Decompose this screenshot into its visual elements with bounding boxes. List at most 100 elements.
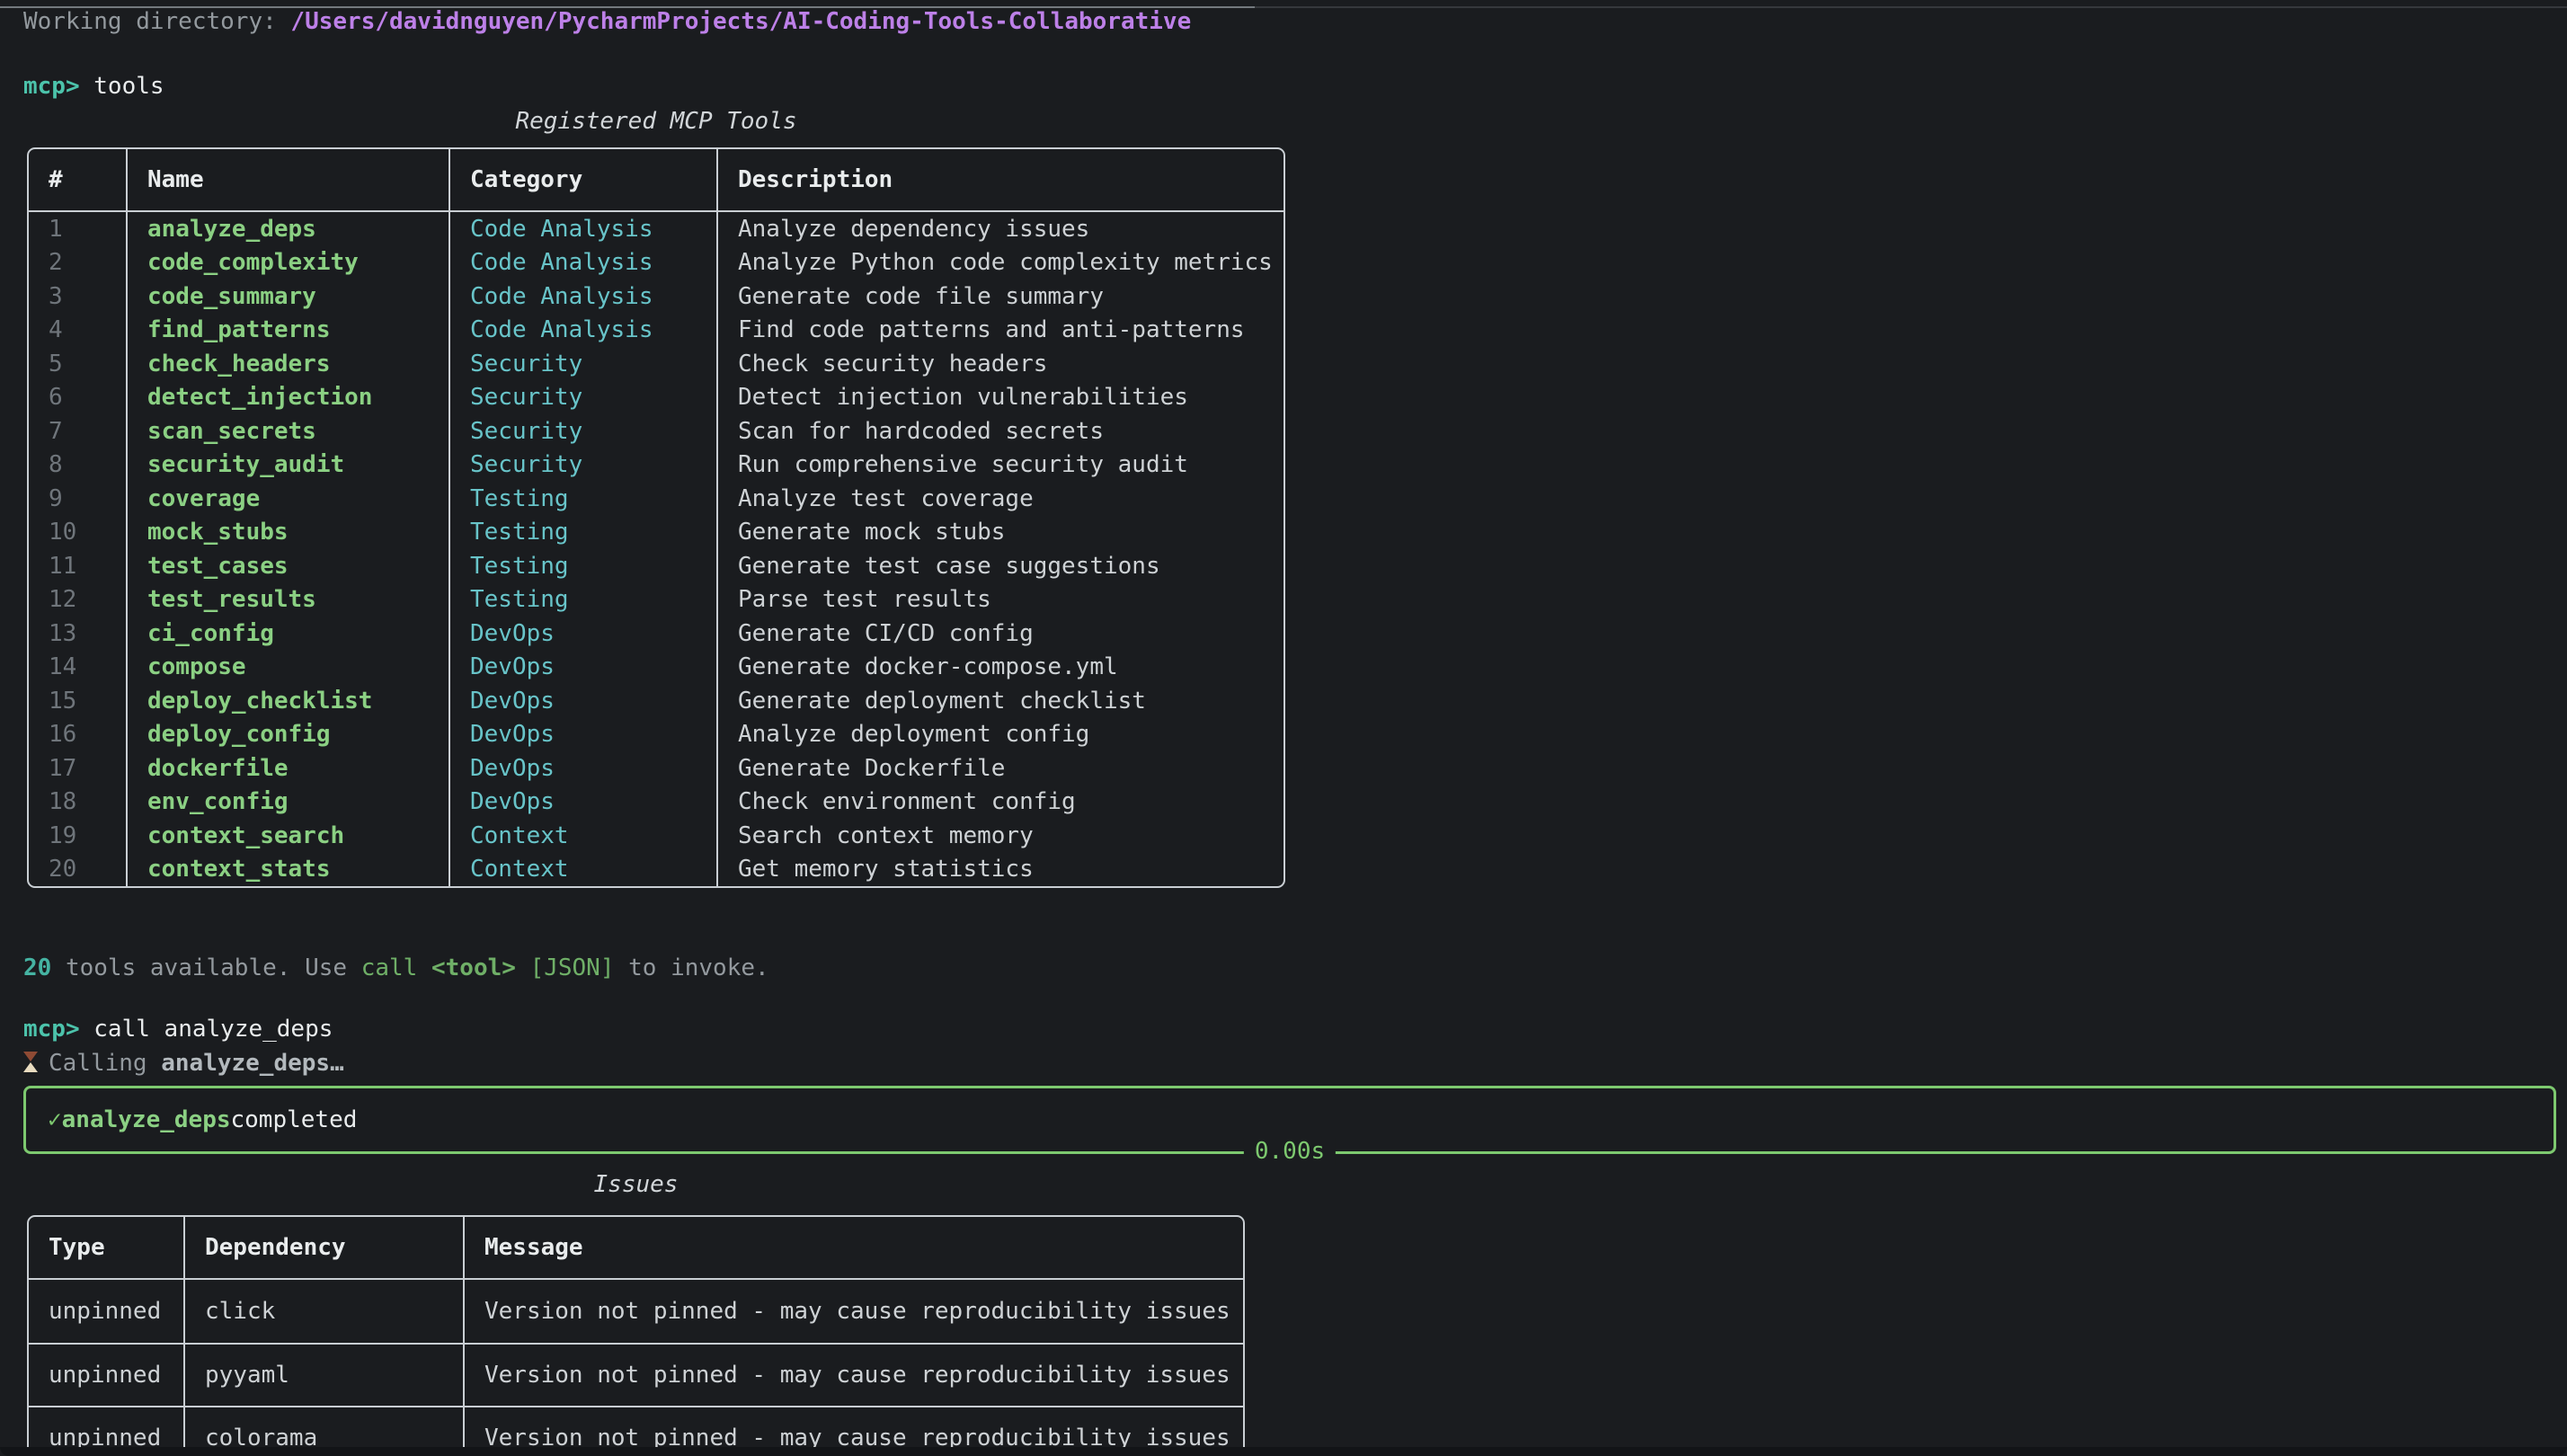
table-row: 9coverageTestingAnalyze test coverage [29,482,1284,516]
issues-table: Type Dependency Message unpinnedclickVer… [27,1215,1245,1456]
header-cell-description: Description [716,149,1284,210]
working-directory-line: Working directory: /Users/davidnguyen/Py… [23,5,1191,38]
tool-category: DevOps [449,718,716,752]
prompt-label: mcp> [23,1016,80,1043]
tool-description: Search context memory [716,819,1284,853]
tools-table-body: 1analyze_depsCode AnalysisAnalyze depend… [29,212,1284,886]
row-number: 12 [29,583,126,617]
tool-category: Code Analysis [449,246,716,280]
tool-description: Generate mock stubs [716,516,1284,550]
tool-category: DevOps [449,786,716,820]
terminal-screen[interactable]: Working directory: /Users/davidnguyen/Py… [0,0,2567,1456]
issue-row: unpinnedpyyamlVersion not pinned - may c… [29,1343,1243,1406]
command-line-call: mcp> call analyze_deps [23,1013,333,1045]
issue-row: unpinnedclickVersion not pinned - may ca… [29,1280,1243,1343]
row-number: 4 [29,314,126,348]
table-row: 5check_headersSecurityCheck security hea… [29,347,1284,381]
tool-description: Generate test case suggestions [716,549,1284,583]
row-number: 10 [29,516,126,550]
issue-message: Version not pinned - may cause reproduci… [463,1345,1243,1406]
header-cell-dependency: Dependency [183,1217,463,1278]
issue-dependency: pyyaml [183,1345,463,1406]
tool-name: dockerfile [126,751,449,786]
issues-table-header-row: Type Dependency Message [29,1217,1243,1280]
tool-name: security_audit [126,448,449,483]
row-number: 18 [29,786,126,820]
tool-description: Analyze dependency issues [716,212,1284,246]
table-row: 15deploy_checklistDevOpsGenerate deploym… [29,684,1284,718]
row-number: 8 [29,448,126,483]
tool-category: Code Analysis [449,314,716,348]
issue-type: unpinned [29,1345,183,1406]
command-text: tools [93,73,164,100]
issue-dependency: click [183,1280,463,1343]
summary-text-before: tools available. Use [66,954,347,981]
row-number: 9 [29,482,126,516]
calling-tool-name: analyze_deps… [161,1050,344,1077]
completed-status-text: completed [231,1106,358,1133]
tool-description: Scan for hardcoded secrets [716,414,1284,448]
row-number: 7 [29,414,126,448]
tool-description: Generate docker-compose.yml [716,651,1284,685]
calling-status-line: Calling analyze_deps… [23,1047,344,1079]
tool-name: detect_injection [126,381,449,415]
row-number: 2 [29,246,126,280]
tools-table-header-row: # Name Category Description [29,149,1284,212]
tool-description: Generate code file summary [716,280,1284,314]
issue-type: unpinned [29,1280,183,1343]
table-row: 16deploy_configDevOpsAnalyze deployment … [29,718,1284,752]
top-divider-right-segment [1255,6,2567,8]
table-row: 19context_searchContextSearch context me… [29,819,1284,853]
row-number: 16 [29,718,126,752]
working-directory-path: /Users/davidnguyen/PycharmProjects/AI-Co… [290,8,1191,35]
tool-description: Analyze test coverage [716,482,1284,516]
tool-name: deploy_checklist [126,684,449,718]
tool-description: Analyze Python code complexity metrics [716,246,1284,280]
tool-category: DevOps [449,684,716,718]
issues-table-body: unpinnedclickVersion not pinned - may ca… [29,1280,1243,1456]
tool-description: Find code patterns and anti-patterns [716,314,1284,348]
table-row: 13ci_configDevOpsGenerate CI/CD config [29,617,1284,651]
tool-placeholder-arg: <tool> [431,954,516,981]
tool-category: Security [449,347,716,381]
tool-description: Detect injection vulnerabilities [716,381,1284,415]
table-row: 1analyze_depsCode AnalysisAnalyze depend… [29,212,1284,246]
table-row: 20context_statsContextGet memory statist… [29,853,1284,887]
issue-message: Version not pinned - may cause reproduci… [463,1280,1243,1343]
tool-name: code_summary [126,280,449,314]
tool-category: DevOps [449,617,716,651]
tool-category: DevOps [449,651,716,685]
tool-category: DevOps [449,751,716,786]
row-number: 5 [29,347,126,381]
row-number: 1 [29,212,126,246]
row-number: 19 [29,819,126,853]
tool-name: compose [126,651,449,685]
row-number: 17 [29,751,126,786]
tool-category: Code Analysis [449,280,716,314]
tool-description: Generate Dockerfile [716,751,1284,786]
tool-name: context_stats [126,853,449,887]
tool-description: Analyze deployment config [716,718,1284,752]
tools-table-title: Registered MCP Tools [27,105,1285,138]
success-check-icon: ✓ [48,1106,62,1133]
tool-description: Generate deployment checklist [716,684,1284,718]
json-placeholder-arg: [JSON] [530,954,615,981]
tools-summary-line: 20 tools available. Use call <tool> [JSO… [23,952,769,984]
header-cell-category: Category [449,149,716,210]
tool-description: Check security headers [716,347,1284,381]
table-row: 2code_complexityCode AnalysisAnalyze Pyt… [29,246,1284,280]
issues-table-title: Issues [27,1168,1245,1201]
table-row: 11test_casesTestingGenerate test case su… [29,549,1284,583]
tool-name: coverage [126,482,449,516]
tool-name: find_patterns [126,314,449,348]
tool-category: Testing [449,482,716,516]
table-row: 7scan_secretsSecurityScan for hardcoded … [29,414,1284,448]
header-cell-name: Name [126,149,449,210]
tool-category: Security [449,381,716,415]
table-row: 14composeDevOpsGenerate docker-compose.y… [29,651,1284,685]
table-row: 8security_auditSecurityRun comprehensive… [29,448,1284,483]
tool-name: code_complexity [126,246,449,280]
tools-table: # Name Category Description 1analyze_dep… [27,147,1285,888]
tool-category: Testing [449,516,716,550]
tool-name: ci_config [126,617,449,651]
